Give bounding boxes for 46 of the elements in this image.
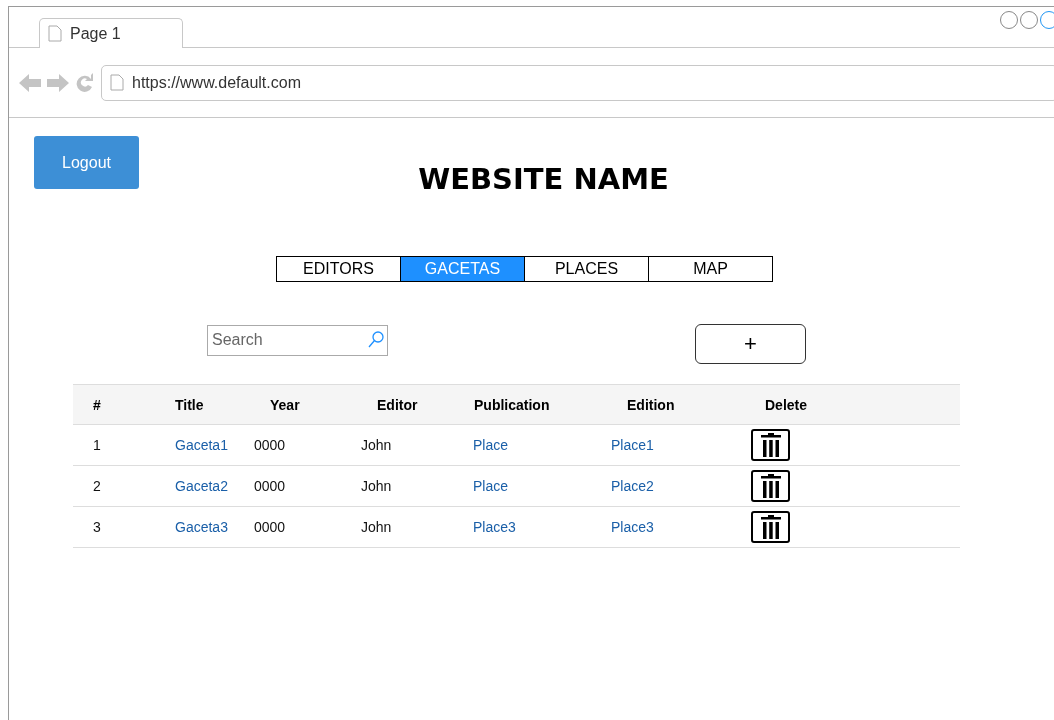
site-title: WEBSITE NAME (418, 162, 669, 196)
column-header: Edition (626, 396, 676, 413)
table-cell-text: 3 (92, 519, 101, 535)
search-icon (368, 330, 384, 349)
browser-tab[interactable]: Page 1 (39, 18, 183, 48)
publication-link[interactable]: Place3 (454, 519, 516, 535)
edition-link[interactable]: Place2 (607, 478, 654, 494)
column-header: # (92, 396, 102, 413)
edition-link[interactable]: Place3 (607, 519, 654, 535)
reload-icon[interactable] (75, 72, 95, 93)
trash-icon (759, 474, 782, 498)
table-cell-text: 0000 (253, 519, 286, 535)
table-cell-text: John (360, 478, 392, 494)
column-header: Publication (473, 396, 551, 413)
table-cell-text: John (360, 437, 392, 453)
nav-tab[interactable]: PLACES (524, 256, 649, 282)
back-icon[interactable] (19, 73, 41, 92)
table-cell-text: 1 (92, 437, 101, 453)
delete-button[interactable] (751, 429, 790, 461)
trash-icon (759, 433, 782, 457)
trash-icon (759, 515, 782, 539)
table-cell-text: John (360, 519, 392, 535)
title-link[interactable]: Gaceta2 (155, 478, 228, 494)
table-cell-text: 0000 (253, 437, 286, 453)
publication-link[interactable]: Place (454, 478, 509, 494)
delete-button[interactable] (751, 511, 790, 543)
forward-icon[interactable] (47, 73, 69, 92)
column-header: Title (174, 396, 205, 413)
column-header: Editor (376, 396, 419, 413)
nav-tab[interactable]: EDITORS (276, 256, 401, 282)
column-header: Delete (764, 396, 809, 413)
table-cell-text: 2 (92, 478, 101, 494)
search-field[interactable]: Search (207, 324, 388, 356)
logout-button[interactable]: Logout (34, 136, 139, 189)
page-icon (48, 25, 62, 42)
column-header: Year (269, 396, 301, 413)
edition-link[interactable]: Place1 (607, 437, 654, 453)
table-cell-text: 0000 (253, 478, 286, 494)
title-link[interactable]: Gaceta1 (155, 437, 228, 453)
address-bar[interactable]: https://www.default.com (101, 64, 1054, 101)
add-button[interactable]: + (695, 324, 806, 364)
publication-link[interactable]: Place (454, 437, 509, 453)
delete-button[interactable] (751, 470, 790, 502)
nav-tab[interactable]: MAP (648, 256, 773, 282)
title-link[interactable]: Gaceta3 (155, 519, 228, 535)
page-icon (110, 74, 124, 91)
